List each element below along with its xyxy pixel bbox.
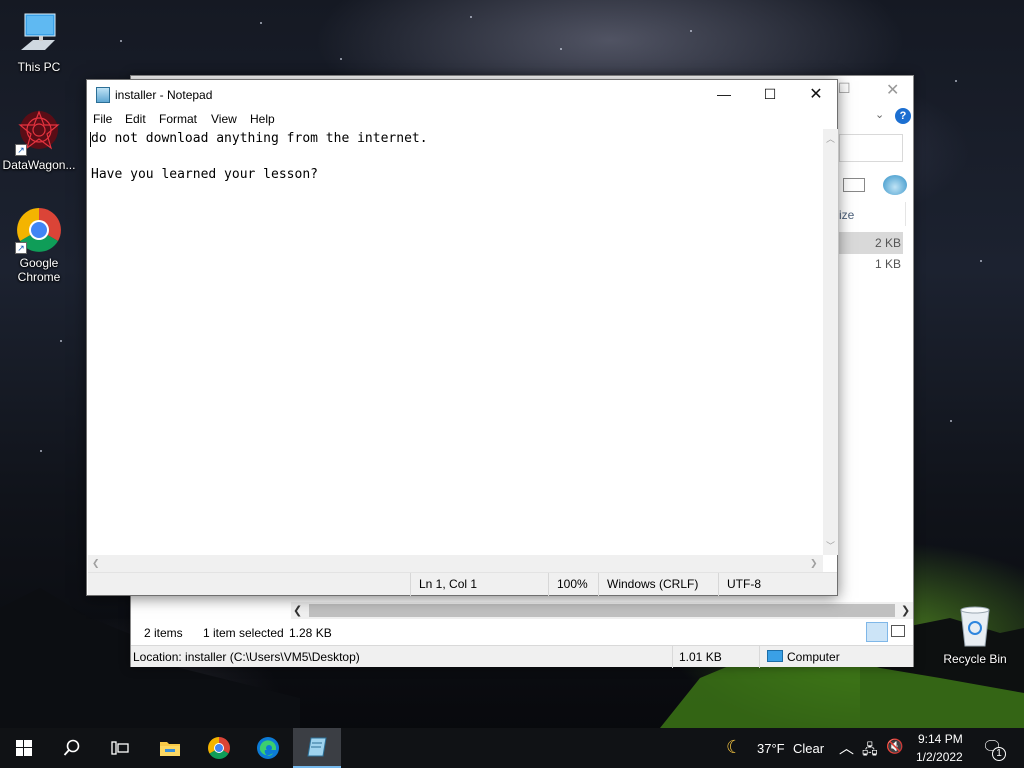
taskbar-chrome[interactable] <box>195 728 243 768</box>
scroll-left-arrow-icon[interactable]: ❮ <box>92 558 100 569</box>
status-encoding: UTF-8 <box>718 573 837 596</box>
weather-moon-icon[interactable]: ☾ <box>726 737 742 758</box>
column-divider <box>905 202 906 226</box>
scrollbar-thumb[interactable] <box>309 604 895 617</box>
location-divider <box>759 646 760 668</box>
location-size: 1.01 KB <box>679 650 722 664</box>
shortcut-arrow-icon: ↗ <box>15 242 27 254</box>
title-bar[interactable]: installer - Notepad — ☐ ✕ <box>87 80 837 109</box>
desktop-icon-label: Google Chrome <box>17 256 61 284</box>
preview-pane-icon[interactable] <box>843 178 865 192</box>
start-button[interactable] <box>0 728 48 768</box>
search-icon <box>63 739 80 756</box>
file-size-cell: 1 KB <box>875 257 902 271</box>
clock-date[interactable]: 1/2/2022 <box>916 750 963 764</box>
scroll-right-arrow-icon[interactable]: ❯ <box>901 604 910 617</box>
scroll-right-arrow-icon[interactable]: ❯ <box>810 558 818 569</box>
horizontal-scrollbar[interactable]: ❮ ❯ <box>88 555 823 572</box>
chevron-down-icon[interactable]: ⌄ <box>875 108 884 121</box>
scroll-left-arrow-icon[interactable]: ❮ <box>293 604 302 617</box>
desktop-icon-label: DataWagon... <box>2 158 76 172</box>
recycle-bin-icon <box>951 602 999 650</box>
desktop-icon-recycle-bin[interactable]: Recycle Bin <box>936 602 1014 666</box>
location-text: Location: installer (C:\Users\VM5\Deskto… <box>133 650 360 664</box>
large-icons-view-button[interactable] <box>891 625 905 637</box>
shell-icon[interactable] <box>883 175 907 195</box>
menu-help[interactable]: Help <box>250 112 275 126</box>
maximize-button[interactable]: ☐ <box>838 80 851 97</box>
volume-muted-icon[interactable]: 🔇 <box>886 738 903 755</box>
taskbar-notepad[interactable] <box>293 728 341 768</box>
notepad-icon <box>307 737 327 757</box>
chrome-icon: ↗ <box>15 206 63 254</box>
status-position: Ln 1, Col 1 <box>410 573 548 596</box>
menu-view[interactable]: View <box>211 112 237 126</box>
status-bar: Ln 1, Col 1 100% Windows (CRLF) UTF-8 <box>88 572 837 596</box>
horizontal-scrollbar[interactable]: ❮ ❯ <box>291 602 913 619</box>
explorer-location-bar: Location: installer (C:\Users\VM5\Deskto… <box>131 645 913 668</box>
desktop-icon-label: This PC <box>17 60 61 74</box>
menu-bar: File Edit Format View Help <box>87 109 837 129</box>
clock-time[interactable]: 9:14 PM <box>918 732 963 746</box>
text-caret <box>90 132 91 147</box>
column-header-size[interactable]: ize <box>839 208 854 222</box>
search-input[interactable] <box>839 134 903 162</box>
close-button[interactable]: ✕ <box>886 80 899 100</box>
desktop-icon-label: Recycle Bin <box>943 652 1007 666</box>
computer-icon <box>767 650 783 662</box>
desktop-icon-google-chrome[interactable]: ↗ Google Chrome <box>0 206 78 284</box>
menu-format[interactable]: Format <box>159 112 197 126</box>
explorer-status-bar: 2 items 1 item selected 1.28 KB <box>131 621 913 645</box>
window-title: installer - Notepad <box>115 88 213 102</box>
datawagon-icon: ↗ <box>15 108 63 156</box>
scroll-up-arrow-icon[interactable]: ︿ <box>826 132 835 145</box>
search-button[interactable] <box>48 728 96 768</box>
status-selected-size: 1.28 KB <box>289 626 332 640</box>
menu-edit[interactable]: Edit <box>125 112 146 126</box>
start-icon <box>16 740 32 756</box>
notepad-icon <box>96 87 110 103</box>
status-selected: 1 item selected <box>203 626 284 640</box>
status-items-count: 2 items <box>144 626 183 640</box>
weather-desc[interactable]: Clear <box>793 741 824 756</box>
file-size-cell: 2 KB <box>875 236 902 250</box>
vertical-scrollbar[interactable]: ︿ ﹀ <box>823 129 838 555</box>
location-zone: Computer <box>787 650 840 664</box>
notification-count: 1 <box>992 747 1006 761</box>
desktop-icon-this-pc[interactable]: This PC <box>0 10 78 74</box>
weather-temp[interactable]: 37°F <box>757 741 785 756</box>
location-divider <box>672 646 673 668</box>
network-icon[interactable]: 🖧 <box>862 739 878 763</box>
show-hidden-icons-chevron-icon[interactable]: ︿ <box>839 737 854 758</box>
shortcut-arrow-icon: ↗ <box>15 144 27 156</box>
taskbar-file-explorer[interactable] <box>146 728 194 768</box>
minimize-button[interactable]: — <box>701 80 747 109</box>
status-zoom: 100% <box>548 573 598 596</box>
task-view-button[interactable] <box>96 728 144 768</box>
file-explorer-icon <box>160 742 180 756</box>
maximize-button[interactable]: ☐ <box>747 80 793 109</box>
chrome-icon <box>208 737 230 759</box>
task-view-icon <box>111 741 129 755</box>
details-view-button[interactable] <box>866 622 888 642</box>
scroll-down-arrow-icon[interactable]: ﹀ <box>826 539 835 552</box>
edge-icon <box>257 737 279 759</box>
close-button[interactable]: ✕ <box>793 80 839 109</box>
taskbar-edge[interactable] <box>244 728 292 768</box>
text-editor[interactable]: do not download anything from the intern… <box>88 129 823 555</box>
taskbar: ☾ 37°F Clear ︿ 🖧 🔇 9:14 PM 1/2/2022 🗨 1 <box>0 728 1024 768</box>
this-pc-icon <box>15 10 63 58</box>
notepad-window[interactable]: installer - Notepad — ☐ ✕ File Edit Form… <box>86 79 838 596</box>
menu-file[interactable]: File <box>93 112 112 126</box>
desktop-icon-datawagon[interactable]: ↗ DataWagon... <box>0 108 78 172</box>
status-line-ending: Windows (CRLF) <box>598 573 718 596</box>
help-icon[interactable]: ? <box>895 108 911 124</box>
